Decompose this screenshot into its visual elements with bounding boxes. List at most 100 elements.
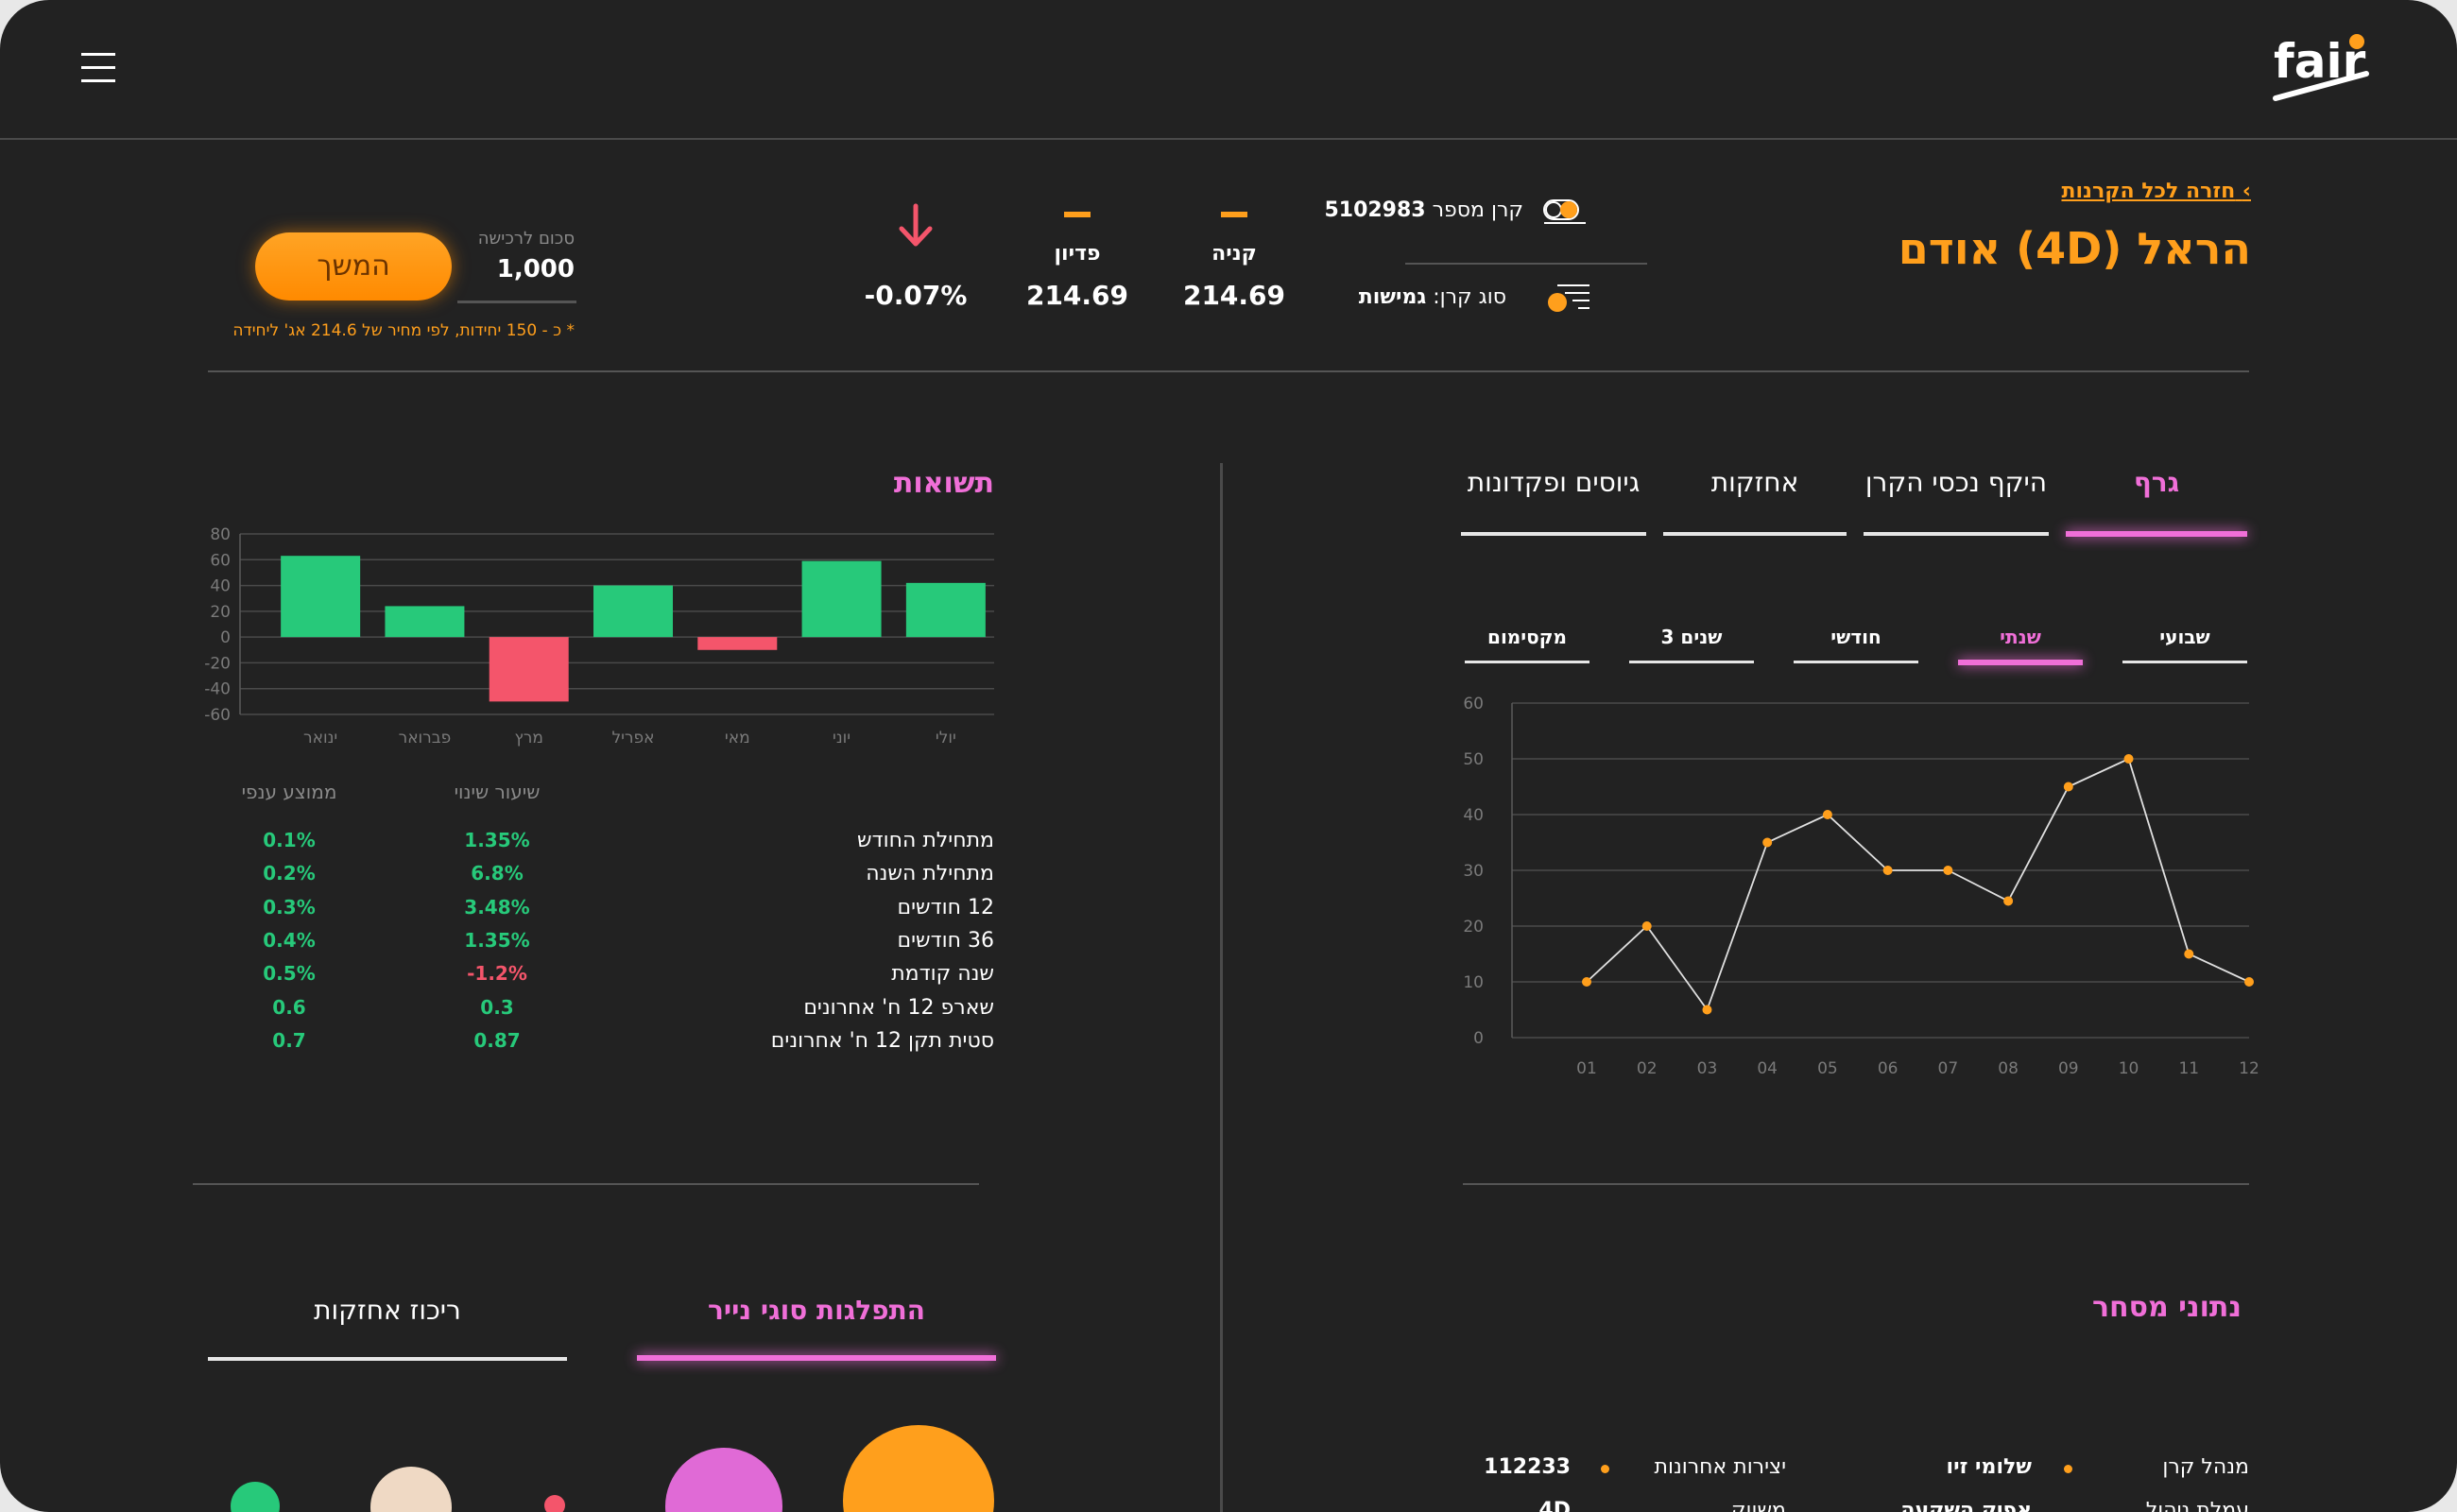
purchase-note: * כ - 150 יחידות, לפי מחיר של 214.6 אג' … xyxy=(232,321,575,340)
y-tick-label: 80 xyxy=(210,525,231,544)
x-tick-label: 07 xyxy=(1938,1059,1959,1078)
period-tab-monthly[interactable]: חודשי xyxy=(1794,626,1918,648)
tab-holdings-underline xyxy=(1663,532,1847,536)
data-point[interactable] xyxy=(1882,866,1893,875)
bar[interactable] xyxy=(281,556,361,638)
header-divider xyxy=(0,138,2457,140)
returns-row-avg: 0.4% xyxy=(263,928,316,952)
x-tick-label: 12 xyxy=(2239,1059,2259,1078)
fund-info-divider xyxy=(1405,263,1647,265)
filter-icon xyxy=(1544,282,1591,319)
hamburger-menu-icon[interactable] xyxy=(81,49,115,87)
data-point[interactable] xyxy=(1762,837,1773,848)
period-tab-weekly-underline xyxy=(2122,661,2247,663)
redeem-price: 214.69 xyxy=(1025,280,1129,311)
bubble-beige xyxy=(370,1467,452,1512)
period-tab-weekly[interactable]: שבועי xyxy=(2122,626,2247,648)
returns-row-change: 0.87 xyxy=(473,1028,521,1052)
trading-value-marketer: 4D xyxy=(1538,1499,1571,1512)
returns-row-label: 12 חודשים xyxy=(897,895,994,919)
data-point[interactable] xyxy=(2003,896,2014,906)
buy-price: 214.69 xyxy=(1182,280,1286,311)
x-tick-label: ינואר xyxy=(303,729,337,747)
y-tick-label: -60 xyxy=(204,706,231,725)
back-link[interactable]: › חזרה לכל הקרנות xyxy=(2061,180,2251,203)
col-change-header: שיעור שינוי xyxy=(454,781,541,803)
period-tab-yearly[interactable]: שנתי xyxy=(1958,626,2083,648)
returns-row-avg: 0.6 xyxy=(272,995,306,1019)
bar[interactable] xyxy=(905,582,986,638)
bar[interactable] xyxy=(489,637,569,702)
bar[interactable] xyxy=(385,606,465,638)
data-point[interactable] xyxy=(1702,1005,1712,1015)
returns-row-avg: 0.1% xyxy=(263,829,316,851)
y-tick-label: -20 xyxy=(204,654,231,673)
x-tick-label: 05 xyxy=(1817,1059,1838,1078)
returns-row-change: 3.48% xyxy=(464,895,530,919)
x-tick-label: 04 xyxy=(1757,1059,1778,1078)
left-bottom-divider xyxy=(193,1183,979,1185)
data-point[interactable] xyxy=(1641,921,1652,931)
returns-row-label: מתחילת החודש xyxy=(857,829,994,852)
tab-fund-assets[interactable]: היקף נכסי הקרן xyxy=(1864,467,2049,498)
period-tab-max[interactable]: מקסימום xyxy=(1465,626,1589,648)
bar[interactable] xyxy=(593,585,673,638)
bullet-icon xyxy=(1601,1465,1609,1473)
returns-row-change: -1.2% xyxy=(467,962,527,986)
data-point[interactable] xyxy=(2123,754,2134,764)
period-tab-3-years[interactable]: 3 שנים xyxy=(1629,626,1754,648)
change-value: -0.07% xyxy=(864,280,968,311)
redeem-dash-icon xyxy=(1064,212,1091,217)
continue-button[interactable]: המשך xyxy=(255,232,452,301)
tab-graph[interactable]: גרף xyxy=(2066,467,2247,498)
fund-type-value: גמישות xyxy=(1358,285,1427,309)
y-tick-label: 10 xyxy=(1463,973,1484,992)
y-tick-label: 60 xyxy=(210,551,231,570)
period-tab-3-years-underline xyxy=(1629,661,1754,663)
data-point[interactable] xyxy=(1943,866,1953,875)
fund-number: קרן מספר 5102983 xyxy=(1324,198,1523,222)
x-tick-label: יוני xyxy=(833,729,850,747)
returns-row-label: מתחילת השנה xyxy=(866,862,994,886)
tab-paper-distribution[interactable]: התפלגות סוגי נייר xyxy=(637,1295,996,1326)
data-point[interactable] xyxy=(2063,782,2073,792)
data-point[interactable] xyxy=(1582,977,1591,987)
trading-label-manager: מנהל קרן xyxy=(2162,1455,2249,1479)
x-tick-label: 09 xyxy=(2058,1059,2079,1078)
bar[interactable] xyxy=(697,637,778,650)
tab-raising-deposits-underline xyxy=(1461,532,1646,536)
vertical-divider xyxy=(1220,463,1223,1512)
back-link-label: חזרה לכל הקרנות xyxy=(2061,180,2236,203)
period-tab-max-underline xyxy=(1465,661,1589,663)
fund-type-label: סוג קרן: xyxy=(1433,285,1506,309)
top-section-divider xyxy=(208,370,2249,372)
tab-holdings-concentration[interactable]: ריכוז אחזקות xyxy=(208,1295,567,1326)
bubble-green xyxy=(231,1482,280,1512)
returns-title: תשואות xyxy=(893,467,994,500)
data-point[interactable] xyxy=(1822,810,1832,819)
bubble-red xyxy=(544,1495,565,1512)
arrow-down-icon xyxy=(896,202,936,249)
amount-input[interactable]: 1,000 xyxy=(497,255,575,284)
right-bottom-divider xyxy=(1463,1183,2249,1185)
fund-type: סוג קרן: גמישות xyxy=(1359,285,1506,309)
y-tick-label: 0 xyxy=(220,628,231,647)
tab-raising-deposits[interactable]: גיוסים ופקדונות xyxy=(1461,467,1646,498)
y-tick-label: 40 xyxy=(1463,806,1484,825)
bar[interactable] xyxy=(801,560,882,638)
returns-row-avg: 0.2% xyxy=(263,862,316,885)
trading-title: נתוני מסחר xyxy=(2091,1291,2242,1324)
trading-value-track: אפיק השקעה xyxy=(1900,1499,2032,1512)
data-point[interactable] xyxy=(2244,977,2254,987)
tab-holdings-concentration-underline xyxy=(208,1357,567,1361)
x-tick-label: 08 xyxy=(1998,1059,2019,1078)
tab-holdings[interactable]: אחזקות xyxy=(1663,467,1847,498)
data-point[interactable] xyxy=(2184,949,2194,959)
tab-fund-assets-underline xyxy=(1864,532,2049,536)
x-tick-label: אפריל xyxy=(611,729,654,747)
fair-logo[interactable]: fair xyxy=(2268,28,2372,104)
x-tick-label: יולי xyxy=(936,729,956,747)
x-tick-label: 01 xyxy=(1576,1059,1597,1078)
period-tab-monthly-underline xyxy=(1794,661,1918,663)
returns-row-change: 0.3 xyxy=(480,995,514,1019)
